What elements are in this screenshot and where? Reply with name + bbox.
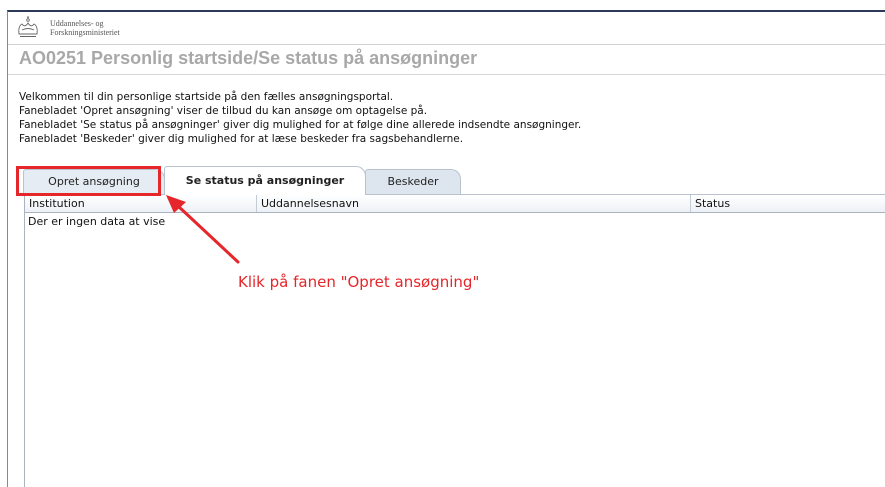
intro-text: Velkommen til din personlige startside p… (19, 90, 581, 146)
title-divider (8, 74, 885, 75)
column-header-uddannelsesnavn[interactable]: Uddannelsesnavn (257, 195, 691, 212)
empty-table-message: Der er ingen data at vise (28, 215, 166, 228)
highlight-box (16, 166, 161, 196)
organization-name: Uddannelses- og Forskningsministeriet (50, 19, 120, 37)
intro-line: Velkommen til din personlige startside p… (19, 91, 394, 103)
annotation-text: Klik på fanen "Opret ansøgning" (238, 273, 480, 291)
application-window: Uddannelses- og Forskningsministeriet AO… (7, 10, 885, 487)
page-title: AO0251 Personlig startside/Se status på … (19, 48, 478, 68)
column-header-status[interactable]: Status (691, 195, 885, 212)
tab-se-status[interactable]: Se status på ansøgninger (164, 166, 366, 195)
tab-beskeder[interactable]: Beskeder (365, 169, 461, 194)
column-header-institution[interactable]: Institution (25, 195, 257, 212)
intro-line: Fanebladet 'Beskeder' giver dig mulighed… (19, 133, 464, 145)
organization-name-line1: Uddannelses- og (50, 19, 104, 28)
crown-logo-icon (18, 16, 38, 37)
logo-bar: Uddannelses- og Forskningsministeriet (8, 12, 885, 45)
intro-line: Fanebladet 'Opret ansøgning' viser de ti… (19, 105, 428, 117)
applications-table: Institution Uddannelsesnavn Status Der e… (24, 195, 885, 487)
intro-line: Fanebladet 'Se status på ansøgninger' gi… (19, 119, 582, 131)
organization-name-line2: Forskningsministeriet (50, 28, 120, 37)
table-header: Institution Uddannelsesnavn Status (25, 195, 885, 213)
